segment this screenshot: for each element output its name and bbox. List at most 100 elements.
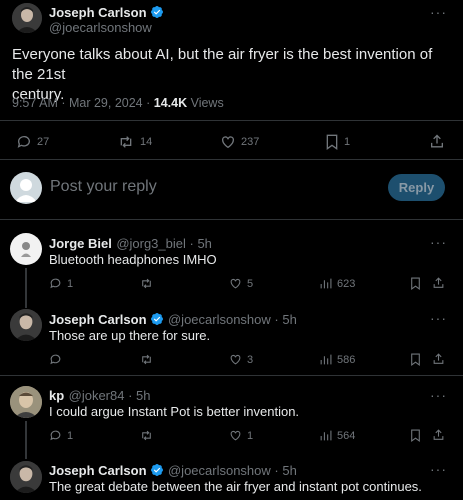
like-count: 5 bbox=[247, 277, 254, 290]
comment-icon bbox=[17, 136, 30, 148]
retweet-stat[interactable] bbox=[139, 277, 159, 290]
reply-author-handle[interactable]: @joker84 bbox=[69, 388, 125, 403]
share-button[interactable] bbox=[432, 276, 445, 290]
reply-author-name[interactable]: kp bbox=[49, 388, 64, 403]
divider bbox=[0, 120, 463, 121]
views-count: 586 bbox=[337, 353, 356, 366]
reply-author-name[interactable]: Joseph Carlson bbox=[49, 463, 147, 478]
thread-line bbox=[25, 268, 27, 308]
reply-text: Those are up there for sure. bbox=[49, 328, 211, 343]
retweet-stat[interactable] bbox=[139, 429, 159, 442]
retweet-stat[interactable]: 14 bbox=[117, 134, 152, 150]
like-count: 237 bbox=[241, 136, 260, 148]
reply-header: Joseph Carlson @joecarlsonshow · 5h bbox=[49, 311, 297, 329]
bookmark-button[interactable] bbox=[410, 277, 421, 290]
reply-author-name[interactable]: Joseph Carlson bbox=[49, 312, 147, 327]
avatar-joseph-carlson[interactable] bbox=[10, 461, 42, 493]
bookmark-button[interactable] bbox=[410, 353, 421, 366]
reply-button[interactable]: Reply bbox=[388, 174, 445, 201]
reply-stat[interactable] bbox=[49, 353, 67, 366]
reply-stat[interactable]: 27 bbox=[16, 134, 49, 150]
retweet-icon bbox=[142, 354, 151, 365]
bookmark-count: 1 bbox=[344, 136, 351, 148]
bookmark-icon bbox=[326, 134, 338, 150]
current-user-avatar[interactable] bbox=[10, 172, 42, 204]
reply-header: Jorge Biel @jorg3_biel · 5h bbox=[49, 235, 212, 253]
reply-text: The great debate between the air fryer a… bbox=[49, 479, 422, 494]
like-stat[interactable]: 1 bbox=[229, 429, 253, 442]
like-stat[interactable]: 5 bbox=[229, 277, 253, 290]
views-count: 623 bbox=[337, 277, 356, 290]
like-stat[interactable]: 237 bbox=[220, 134, 259, 150]
comment-icon bbox=[50, 354, 61, 365]
reply-text: Bluetooth headphones IMHO bbox=[49, 252, 217, 267]
views-count: 564 bbox=[337, 429, 356, 442]
reply-author-handle[interactable]: @joecarlsonshow bbox=[168, 463, 271, 478]
reply-time[interactable]: · 5h bbox=[271, 312, 296, 327]
like-count: 3 bbox=[247, 353, 254, 366]
reply-time[interactable]: · 5h bbox=[271, 463, 296, 478]
more-options-icon[interactable]: ··· bbox=[430, 234, 447, 250]
share-icon bbox=[431, 134, 443, 148]
heart-icon bbox=[230, 278, 241, 289]
tweet-timestamp[interactable]: 9:57 AM · Mar 29, 2024 · bbox=[12, 96, 154, 110]
avatar-jorge-biel[interactable] bbox=[10, 233, 42, 265]
retweet-stat[interactable] bbox=[139, 353, 159, 366]
retweet-count: 14 bbox=[140, 136, 153, 148]
heart-icon bbox=[230, 430, 241, 441]
views-count: 14.4K bbox=[153, 96, 188, 110]
share-button[interactable] bbox=[432, 352, 445, 366]
bookmark-icon bbox=[411, 277, 420, 290]
avatar-joseph-carlson[interactable] bbox=[10, 309, 42, 341]
reply-author-handle[interactable]: @joecarlsonshow bbox=[168, 312, 271, 327]
verified-badge-icon bbox=[150, 312, 164, 326]
thread-line bbox=[25, 421, 27, 459]
reply-author-name[interactable]: Jorge Biel bbox=[49, 236, 112, 251]
bookmark-button[interactable] bbox=[410, 429, 421, 442]
views-stat[interactable]: 564 bbox=[319, 429, 355, 442]
reply-stat[interactable]: 1 bbox=[49, 429, 73, 442]
retweet-icon bbox=[120, 136, 132, 148]
divider bbox=[0, 219, 463, 220]
author-handle[interactable]: @joecarlsonshow bbox=[49, 20, 152, 35]
tweet-text-line1: Everyone talks about AI, but the air fry… bbox=[12, 46, 433, 83]
like-count: 1 bbox=[247, 429, 254, 442]
heart-icon bbox=[222, 136, 234, 149]
share-icon bbox=[433, 353, 444, 364]
retweet-icon bbox=[142, 278, 151, 289]
more-options-icon[interactable]: ··· bbox=[430, 387, 447, 403]
reply-count: 1 bbox=[67, 277, 74, 290]
more-options-icon[interactable]: ··· bbox=[430, 4, 447, 20]
views-stat[interactable]: 586 bbox=[319, 353, 355, 366]
reply-header: Joseph Carlson @joecarlsonshow · 5h bbox=[49, 462, 297, 480]
share-button[interactable] bbox=[432, 428, 445, 442]
author-name[interactable]: Joseph Carlson bbox=[49, 5, 147, 20]
reply-time[interactable]: · 5h bbox=[124, 388, 150, 403]
divider bbox=[0, 375, 463, 376]
comment-icon bbox=[50, 278, 61, 289]
more-options-icon[interactable]: ··· bbox=[430, 310, 447, 326]
avatar-joseph-carlson[interactable] bbox=[12, 3, 42, 33]
reply-text: I could argue Instant Pot is better inve… bbox=[49, 404, 300, 419]
bookmark-icon bbox=[411, 353, 420, 366]
like-stat[interactable]: 3 bbox=[229, 353, 253, 366]
reply-time[interactable]: · 5h bbox=[186, 236, 212, 251]
avatar-kp[interactable] bbox=[10, 386, 42, 418]
reply-author-handle[interactable]: @jorg3_biel bbox=[116, 236, 186, 251]
heart-icon bbox=[230, 354, 241, 365]
reply-stat[interactable]: 1 bbox=[49, 277, 73, 290]
share-icon bbox=[433, 277, 444, 288]
tweet-meta: 9:57 AM · Mar 29, 2024 · 14.4K Views bbox=[12, 96, 224, 110]
bookmark-stat[interactable]: 1 bbox=[325, 134, 350, 150]
verified-badge-icon bbox=[150, 5, 164, 19]
more-options-icon[interactable]: ··· bbox=[430, 461, 447, 477]
views-chart-icon bbox=[320, 278, 332, 289]
share-icon bbox=[433, 429, 444, 440]
reply-count: 27 bbox=[37, 136, 50, 148]
reply-input[interactable]: Post your reply bbox=[50, 178, 157, 196]
bookmark-icon bbox=[411, 429, 420, 442]
divider bbox=[0, 159, 463, 160]
share-button[interactable] bbox=[429, 133, 445, 150]
reply-header: kp @joker84 · 5h bbox=[49, 387, 150, 405]
views-stat[interactable]: 623 bbox=[319, 277, 355, 290]
